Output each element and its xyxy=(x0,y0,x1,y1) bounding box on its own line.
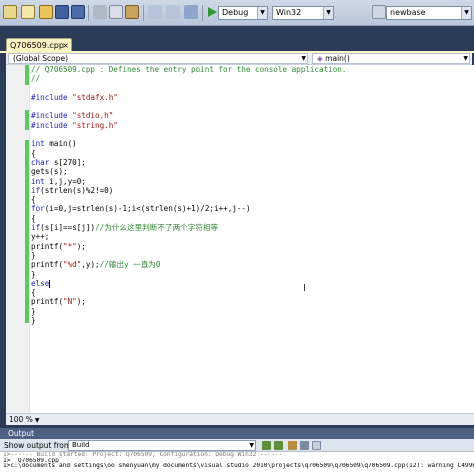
clear-all-icon[interactable] xyxy=(300,441,309,450)
zoom-value: 100 % xyxy=(9,415,33,424)
code-line[interactable] xyxy=(31,84,474,93)
add-item-icon[interactable] xyxy=(21,5,35,19)
go-to-previous-icon[interactable] xyxy=(262,441,271,450)
output-title-text: Output xyxy=(8,429,35,438)
chevron-down-icon: ▼ xyxy=(301,55,306,62)
code-line[interactable]: if(strlen(s)%2!=0) xyxy=(31,186,474,195)
go-to-next-icon[interactable] xyxy=(274,441,283,450)
zoom-combo[interactable]: 100 % ▼ xyxy=(9,415,49,425)
code-text[interactable]: // Q706509.cpp : Defines the entry point… xyxy=(31,65,474,325)
code-line[interactable]: else xyxy=(31,279,474,288)
new-project-icon[interactable] xyxy=(3,5,17,19)
chevron-down-icon: ▼ xyxy=(323,7,333,19)
code-line[interactable]: } xyxy=(31,270,474,279)
text-cursor-icon: I xyxy=(303,283,306,294)
member-combo[interactable]: ◈ main() ▼ xyxy=(312,53,470,64)
start-debugging-icon[interactable] xyxy=(205,5,219,19)
code-line[interactable] xyxy=(31,102,474,111)
change-marker xyxy=(25,110,29,130)
code-line[interactable]: if(s[i]==s[j])//为什么这里判断不了两个字符相等 xyxy=(31,223,474,232)
code-line[interactable]: // xyxy=(31,74,474,83)
toolbar-separator xyxy=(88,5,89,21)
show-output-from-value: Build xyxy=(72,441,90,449)
save-icon[interactable] xyxy=(55,5,69,19)
code-line[interactable]: int main() xyxy=(31,139,474,148)
change-marker xyxy=(25,140,29,323)
toolbar-separator xyxy=(143,5,144,21)
output-text[interactable]: 1>------ Build started: Project: Q706509… xyxy=(0,452,474,472)
text-caret xyxy=(49,279,51,288)
code-line[interactable]: { xyxy=(31,288,474,297)
tab-q706509-cpp[interactable]: Q706509.cpp × xyxy=(6,38,72,52)
paste-icon[interactable] xyxy=(125,5,139,19)
code-line[interactable]: gets(s); xyxy=(31,167,474,176)
toolbar-separator xyxy=(202,5,203,21)
function-icon: ◈ xyxy=(317,54,323,63)
copy-icon[interactable] xyxy=(109,5,123,19)
document-tab-strip: Q706509.cpp × xyxy=(0,26,474,52)
solution-configuration-combo[interactable]: Debug ▼ xyxy=(218,6,268,20)
code-line[interactable]: } xyxy=(31,251,474,260)
chevron-down-icon: ▼ xyxy=(461,7,471,19)
tab-label: Q706509.cpp xyxy=(10,41,64,50)
code-line[interactable]: #include "stdio.h" xyxy=(31,111,474,120)
member-value: main() xyxy=(325,54,350,63)
chevron-down-icon: ▼ xyxy=(257,7,267,19)
code-line[interactable]: printf("*"); xyxy=(31,242,474,251)
toggle-word-wrap-icon[interactable] xyxy=(312,441,321,450)
save-all-icon[interactable] xyxy=(71,5,85,19)
find-combo[interactable]: newbase ▼ xyxy=(386,6,472,20)
navigate-back-icon[interactable] xyxy=(184,5,198,19)
solution-platform-value: Win32 xyxy=(276,8,302,17)
code-line[interactable]: #include "string.h" xyxy=(31,121,474,130)
output-line: 1>c:\documents and settings\oo shenyuan\… xyxy=(3,463,474,469)
code-editor[interactable]: // Q706509.cpp : Defines the entry point… xyxy=(6,65,474,413)
change-marker xyxy=(25,65,29,85)
chevron-down-icon: ▼ xyxy=(34,417,40,424)
chevron-down-icon: ▼ xyxy=(249,442,254,449)
scope-value: (Global Scope) xyxy=(13,54,69,63)
navigation-bar: (Global Scope) ▼ ◈ main() ▼ xyxy=(6,53,472,65)
code-line[interactable]: printf("%d",y);//输出y 一直为0 xyxy=(31,260,474,269)
output-panel-title: Output xyxy=(0,428,474,439)
code-line[interactable]: { xyxy=(31,195,474,204)
code-line[interactable]: } xyxy=(31,307,474,316)
show-output-from-combo[interactable]: Build ▼ xyxy=(68,440,256,451)
code-line[interactable]: // Q706509.cpp : Defines the entry point… xyxy=(31,65,474,74)
chevron-down-icon: ▼ xyxy=(463,55,468,62)
code-line[interactable]: for(i=0,j=strlen(s)-1;i<(strlen(s)+1)/2;… xyxy=(31,204,474,213)
code-line[interactable]: printf("N"); xyxy=(31,297,474,306)
find-message-icon[interactable] xyxy=(288,441,297,450)
show-output-from-label: Show output from: xyxy=(4,441,74,450)
redo-icon[interactable] xyxy=(166,5,180,19)
code-line[interactable]: #include "stdafx.h" xyxy=(31,93,474,102)
code-line[interactable]: int i,j,y=0; xyxy=(31,177,474,186)
output-line: 1>------ Build started: Project: Q706509… xyxy=(3,452,283,458)
code-line[interactable]: { xyxy=(31,149,474,158)
cut-icon[interactable] xyxy=(93,5,107,19)
code-line[interactable]: { xyxy=(31,214,474,223)
code-line[interactable]: y++; xyxy=(31,232,474,241)
scope-combo[interactable]: (Global Scope) ▼ xyxy=(8,53,308,64)
code-line[interactable]: } xyxy=(31,316,474,325)
undo-icon[interactable] xyxy=(148,5,162,19)
solution-configuration-value: Debug xyxy=(222,8,249,17)
find-combo-value: newbase xyxy=(390,8,426,17)
open-file-icon[interactable] xyxy=(39,5,53,19)
output-toolbar: Show output from: Build ▼ xyxy=(0,439,474,452)
code-line[interactable] xyxy=(31,130,474,139)
standard-toolbar: Debug ▼ Win32 ▼ newbase ▼ xyxy=(0,0,474,26)
editor-horizontal-scrollbar[interactable]: 100 % ▼ xyxy=(6,413,474,425)
code-line[interactable]: char s[270]; xyxy=(31,158,474,167)
solution-platform-combo[interactable]: Win32 ▼ xyxy=(272,6,334,20)
find-in-files-icon[interactable] xyxy=(372,5,386,19)
